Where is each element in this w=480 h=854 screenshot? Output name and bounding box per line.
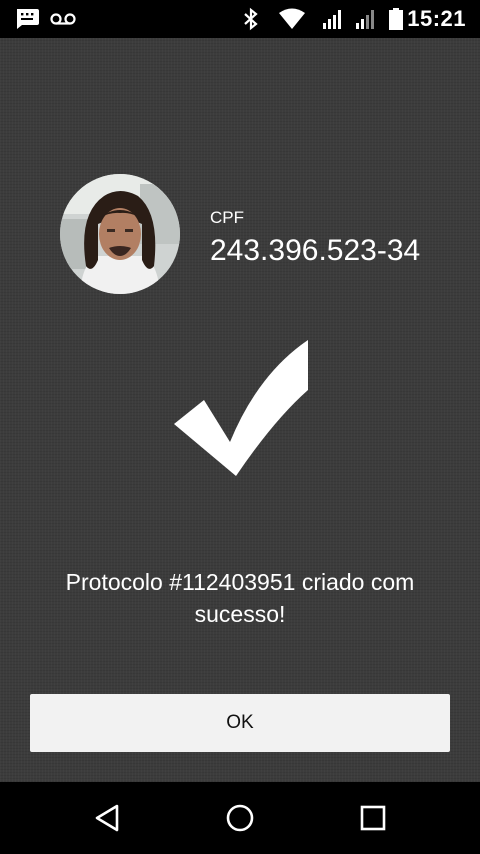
battery-icon	[388, 0, 404, 38]
status-bar: 15:21	[0, 0, 480, 38]
message-icon	[14, 0, 40, 38]
bluetooth-icon	[241, 0, 261, 38]
wifi-icon	[278, 0, 306, 38]
back-icon[interactable]	[67, 782, 147, 854]
avatar	[60, 174, 180, 294]
cpf-label: CPF	[210, 208, 244, 227]
confirmation-screen: CPF 243.396.523-34 Protocolo #112403951 …	[0, 38, 480, 782]
clock: 15:21	[407, 6, 466, 31]
ok-button[interactable]: OK	[30, 694, 450, 752]
checkmark-icon	[166, 334, 316, 482]
home-icon[interactable]	[200, 782, 280, 854]
signal-icon	[322, 0, 344, 38]
voicemail-icon	[50, 0, 76, 38]
signal-icon	[355, 0, 377, 38]
recents-icon[interactable]	[333, 782, 413, 854]
success-message: Protocolo #112403951 criado com sucesso!	[65, 569, 415, 627]
cpf-value: 243.396.523-34	[210, 234, 421, 267]
navigation-bar	[0, 782, 480, 854]
